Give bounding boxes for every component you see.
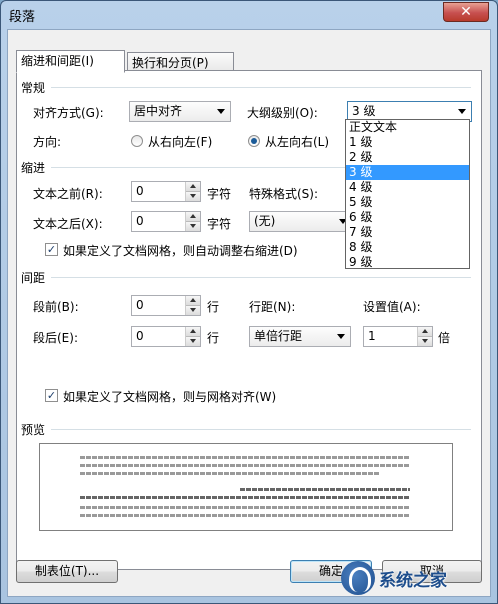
watermark-logo: 系统之家 (341, 559, 491, 599)
outline-level-dropdown: 正文文本 1 级 2 级 3 级 4 级 5 级 6 级 7 级 8 级 9 级 (345, 119, 470, 269)
tab-label: 缩进和间距(I) (21, 54, 94, 68)
space-after-unit: 行 (207, 331, 220, 345)
rtl-label[interactable]: 从右向左(F) (148, 133, 212, 150)
divider (51, 429, 471, 430)
dropdown-option[interactable]: 7 级 (346, 225, 469, 240)
indent-after-unit: 字符 (207, 217, 232, 231)
indent-after-value: 0 (136, 214, 144, 228)
spin-up-icon[interactable] (186, 327, 200, 337)
special-format-value: (无) (254, 214, 276, 228)
spin-down-icon[interactable] (186, 192, 200, 201)
tab-label: 换行和分页(P) (132, 56, 209, 70)
space-before-spinner[interactable]: 0 (131, 295, 201, 316)
setting-value-spinner[interactable]: 1 (363, 326, 433, 347)
dropdown-option[interactable]: 9 级 (346, 255, 469, 270)
indent-before-value: 0 (136, 184, 144, 198)
spin-down-icon[interactable] (186, 337, 200, 346)
paragraph-dialog: 段落 ✕ 缩进和间距(I) 换行和分页(P) 常规 对齐方式(G): 居中对齐 … (0, 0, 498, 604)
preview-line (80, 496, 410, 499)
dropdown-option[interactable]: 8 级 (346, 240, 469, 255)
ltr-label[interactable]: 从左向右(L) (265, 133, 329, 150)
space-after-spinner[interactable]: 0 (131, 326, 201, 347)
direction-label: 方向: (33, 135, 62, 149)
spin-up-icon[interactable] (418, 327, 432, 337)
logo-icon (341, 561, 375, 595)
indent-before-label: 文本之前(R): (33, 187, 103, 201)
dropdown-option-selected[interactable]: 3 级 (346, 165, 469, 180)
spin-up-icon[interactable] (186, 296, 200, 306)
divider (51, 87, 471, 88)
tab-indent-spacing[interactable]: 缩进和间距(I) (16, 50, 125, 73)
line-spacing-select[interactable]: 单倍行距 (249, 326, 351, 347)
indent-after-label: 文本之后(X): (33, 217, 103, 231)
dropdown-option[interactable]: 正文文本 (346, 120, 469, 135)
space-after-label: 段后(E): (33, 331, 78, 345)
preview-line (240, 488, 410, 491)
dialog-client: 缩进和间距(I) 换行和分页(P) 常规 对齐方式(G): 居中对齐 大纲级别(… (7, 29, 491, 597)
space-after-value: 0 (136, 329, 144, 343)
divider (51, 277, 471, 278)
preview-line (80, 464, 410, 467)
outline-level-value: 3 级 (352, 104, 376, 118)
line-spacing-value: 单倍行距 (254, 329, 303, 343)
indent-before-unit: 字符 (207, 187, 232, 201)
line-spacing-label: 行距(N): (249, 300, 296, 314)
space-before-value: 0 (136, 298, 144, 312)
close-button[interactable]: ✕ (443, 2, 489, 22)
spin-down-icon[interactable] (186, 306, 200, 315)
divider (51, 167, 345, 168)
spacing-group-label: 间距 (21, 271, 46, 285)
tabs-button[interactable]: 制表位(T)... (16, 560, 118, 583)
preview-line (80, 506, 410, 509)
window-title: 段落 (9, 10, 36, 25)
space-before-unit: 行 (207, 300, 220, 314)
title-bar[interactable]: 段落 ✕ (1, 1, 497, 27)
general-group-label: 常规 (21, 81, 46, 95)
chevron-down-icon (217, 109, 225, 114)
setting-value-unit: 倍 (438, 331, 451, 345)
preview-line (80, 456, 410, 459)
grid-indent-checkbox[interactable]: ✓ (45, 243, 58, 256)
paragraph-preview (39, 443, 453, 531)
indent-before-spinner[interactable]: 0 (131, 181, 201, 202)
outline-level-label: 大纲级别(O): (247, 106, 318, 120)
dropdown-option[interactable]: 2 级 (346, 150, 469, 165)
chevron-down-icon (458, 109, 466, 114)
space-before-label: 段前(B): (33, 300, 79, 314)
tab-line-page-breaks[interactable]: 换行和分页(P) (127, 52, 234, 72)
grid-indent-label[interactable]: 如果定义了文档网格，则自动调整右缩进(D) (63, 242, 298, 259)
dropdown-option[interactable]: 1 级 (346, 135, 469, 150)
special-format-label: 特殊格式(S): (249, 187, 319, 201)
dropdown-option[interactable]: 4 级 (346, 180, 469, 195)
setting-value: 1 (368, 329, 376, 343)
indent-after-spinner[interactable]: 0 (131, 211, 201, 232)
ltr-radio[interactable] (248, 135, 260, 147)
watermark-text: 系统之家 (379, 571, 447, 591)
spin-up-icon[interactable] (186, 182, 200, 192)
setting-value-label: 设置值(A): (363, 300, 421, 314)
preview-line (80, 514, 410, 517)
snap-to-grid-checkbox[interactable]: ✓ (45, 389, 58, 402)
spin-up-icon[interactable] (186, 212, 200, 222)
chevron-down-icon (337, 334, 345, 339)
alignment-select[interactable]: 居中对齐 (129, 101, 231, 122)
snap-to-grid-label[interactable]: 如果定义了文档网格，则与网格对齐(W) (63, 388, 276, 405)
dropdown-option[interactable]: 6 级 (346, 210, 469, 225)
dropdown-option[interactable]: 5 级 (346, 195, 469, 210)
spin-down-icon[interactable] (418, 337, 432, 346)
indent-group-label: 缩进 (21, 161, 46, 175)
alignment-label: 对齐方式(G): (33, 106, 104, 120)
preview-group-label: 预览 (21, 423, 46, 437)
alignment-value: 居中对齐 (134, 104, 183, 118)
preview-line (80, 472, 380, 475)
special-format-select[interactable]: (无) (249, 211, 353, 232)
spin-down-icon[interactable] (186, 222, 200, 231)
rtl-radio[interactable] (131, 135, 143, 147)
